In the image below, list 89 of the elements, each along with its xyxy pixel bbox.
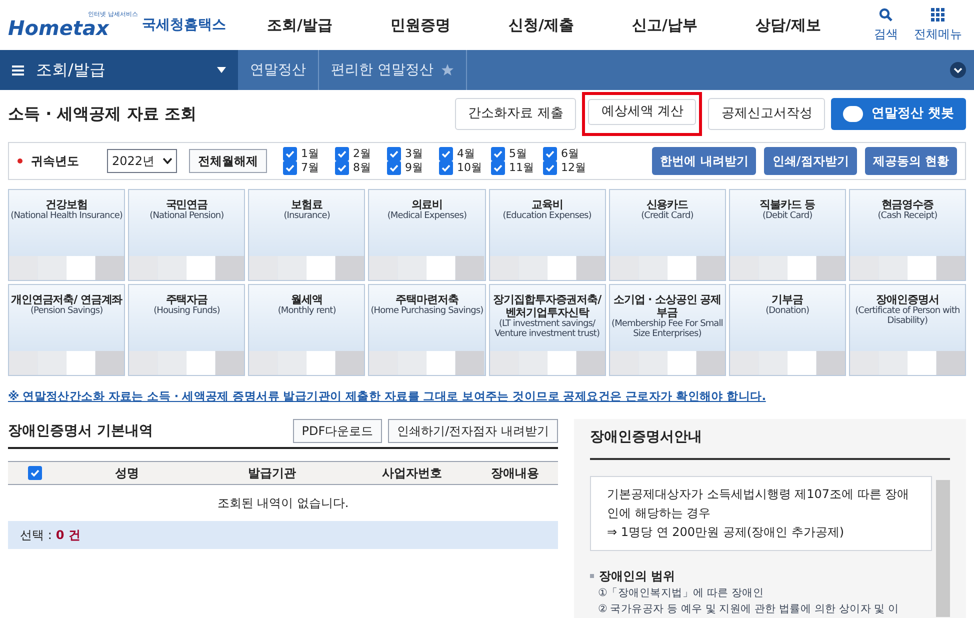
download-action-button[interactable]: 제공동의 현황: [864, 147, 957, 175]
download-action-button[interactable]: 한번에 내려받기: [652, 147, 756, 175]
required-icon: [17, 158, 23, 164]
checkbox[interactable]: [387, 147, 401, 161]
category-tile[interactable]: 장기집합투자증권저축/ 벤처기업투자신탁 (LT investment savings/ Venture investment trust): [488, 284, 606, 376]
month-label: 10월: [457, 161, 482, 175]
month-label: 11월: [509, 161, 534, 175]
category-tile[interactable]: 보험료 (Insurance): [248, 189, 366, 281]
main-menu-item[interactable]: 신고/납부: [632, 14, 698, 36]
column-header: 장애내용: [490, 465, 540, 482]
month-label: 5월: [509, 147, 527, 161]
checkbox[interactable]: [491, 147, 505, 161]
category-tile[interactable]: 월세액 (Monthly rent): [248, 284, 366, 376]
category-tile[interactable]: 개인연금저축/ 연금계좌 (Pension Savings): [8, 284, 126, 376]
category-tile[interactable]: 장애인증명서 (Certificate of Person with Disability): [848, 284, 966, 376]
category-tile[interactable]: 소기업 · 소상공인 공제부금 (Membership Fee For Small Size Enterprises): [608, 284, 726, 376]
clear-months-button[interactable]: 전체월해제: [189, 149, 267, 173]
guide-title: 장애인증명서안내: [590, 427, 950, 460]
bullet-icon: [590, 574, 594, 578]
checkbox[interactable]: [28, 466, 42, 480]
search-icon: [879, 8, 893, 22]
year-label: 귀속년도: [31, 153, 80, 170]
guide-item: ①「장애인복지법」에 따른 장애인: [597, 586, 765, 602]
breadcrumb-link[interactable]: 연말정산: [250, 60, 306, 80]
download-action-button[interactable]: 인쇄/점자받기: [764, 147, 857, 175]
checkbox[interactable]: [283, 161, 297, 175]
month-label: 7월: [301, 161, 319, 175]
header-tool-button[interactable]: 전체메뉴: [914, 8, 962, 42]
category-tile[interactable]: 기부금 (Donation): [728, 284, 846, 376]
checkbox[interactable]: [387, 161, 401, 175]
main-menu-item[interactable]: 민원증명: [390, 14, 450, 36]
scrollbar[interactable]: [936, 480, 950, 618]
selection-count: 0 건: [56, 527, 80, 544]
guide-item: ② 국가유공자 등 예우 및 지원에 관한 법률에 의한 상이자 및 이: [597, 602, 900, 618]
action-button[interactable]: 공제신고서작성: [708, 98, 826, 130]
category-tile[interactable]: 주택마련저축 (Home Purchasing Savings): [368, 284, 486, 376]
breadcrumb-link[interactable]: 편리한 연말정산: [331, 60, 434, 80]
checkbox[interactable]: [335, 147, 349, 161]
empty-message: 조회된 내역이 없습니다.: [216, 495, 350, 512]
checkbox[interactable]: [439, 147, 453, 161]
category-tile[interactable]: 교육비 (Education Expenses): [488, 189, 606, 281]
month-label: 2월: [353, 147, 371, 161]
checkbox[interactable]: [439, 161, 453, 175]
month-label: 4월: [457, 147, 475, 161]
caret-down-icon: [163, 158, 172, 164]
section-title: 장애인증명서 기본내역: [8, 422, 154, 441]
outline-button[interactable]: 인쇄하기/전자점자 내려받기: [388, 419, 558, 444]
main-menu-item[interactable]: 조회/발급: [267, 14, 332, 36]
checkbox[interactable]: [283, 147, 297, 161]
category-tile[interactable]: 현금영수증 (Cash Receipt): [848, 189, 966, 281]
main-menu-item[interactable]: 상담/제보: [755, 14, 821, 36]
caret-down-icon: [217, 67, 226, 73]
month-label: 6월: [561, 147, 579, 161]
category-tile[interactable]: 의료비 (Medical Expenses): [368, 189, 486, 281]
guide-text: 기본공제대상자가 소득세법시행령 제107조에 따른 장애인에 해당하는 경우: [607, 486, 910, 522]
checkbox[interactable]: [543, 161, 557, 175]
category-tile[interactable]: 주택자금 (Housing Funds): [128, 284, 246, 376]
collapse-icon[interactable]: [950, 62, 966, 78]
checkbox[interactable]: [335, 161, 349, 175]
outline-button[interactable]: PDF다운로드: [292, 419, 382, 444]
checkbox[interactable]: [543, 147, 557, 161]
month-label: 1월: [301, 147, 319, 161]
section-dropdown[interactable]: 조회/발급: [0, 50, 238, 90]
guide-text: ⇒ 1명당 연 200만원 공제(장애인 추가공제): [607, 524, 846, 542]
column-header: 사업자번호: [381, 465, 443, 482]
guide-section-title: 장애인의 범위: [599, 568, 676, 586]
month-label: 9월: [405, 161, 423, 175]
month-label: 3월: [405, 147, 423, 161]
year-select[interactable]: 2022년: [107, 149, 177, 173]
category-tile[interactable]: 직불카드 등 (Debit Card): [728, 189, 846, 281]
main-menu-item[interactable]: 신청/제출: [508, 14, 574, 36]
page-title: 소득 · 세액공제 자료 조회: [8, 103, 198, 125]
menu-icon: [12, 64, 24, 76]
category-tile[interactable]: 건강보험 (National Health Insurance): [8, 189, 126, 281]
category-tile[interactable]: 국민연금 (National Pension): [128, 189, 246, 281]
category-tile[interactable]: 신용카드 (Credit Card): [608, 189, 726, 281]
selection-label: 선택 :: [20, 527, 52, 544]
header-tool-button[interactable]: 검색: [874, 8, 898, 42]
checkbox[interactable]: [491, 161, 505, 175]
favorite-star-icon[interactable]: [441, 64, 454, 76]
month-label: 8월: [353, 161, 371, 175]
column-header: 발급기관: [247, 465, 297, 482]
column-header: 성명: [114, 465, 140, 482]
chatbot-button[interactable]: 연말정산 챗봇: [831, 98, 966, 130]
grid-menu-icon: [931, 8, 945, 22]
month-label: 12월: [561, 161, 586, 175]
action-button[interactable]: 간소화자료 제출: [455, 98, 576, 130]
action-button[interactable]: 예상세액 계산: [588, 98, 696, 125]
notice-text: ※ 연말정산간소화 자료는 소득 · 세액공제 증명서류 발급기관이 제출한 자료를 그대로 보여주는 것이므로 공제요건은 근로자가 확인해야 합니다.: [7, 388, 767, 405]
